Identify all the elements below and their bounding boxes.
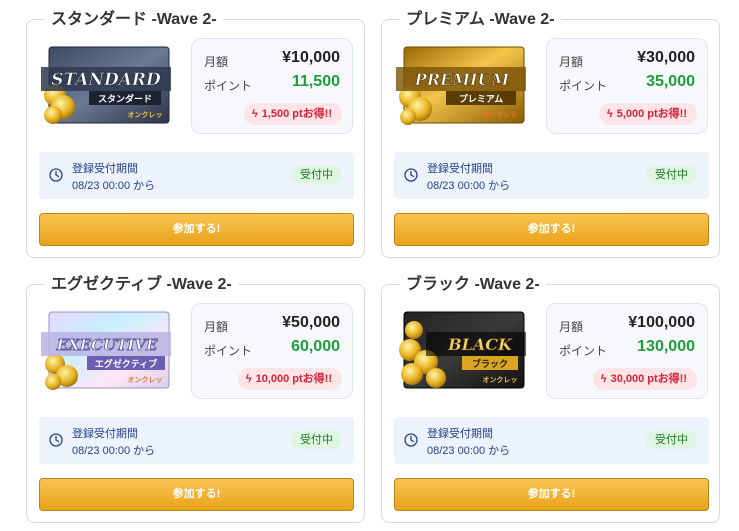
price-box: 月額 ¥30,000 ポイント 35,000 ϟ 5,000 ptお得!!: [546, 38, 708, 134]
registration-period: 登録受付期間 08/23 00:00 から 受付中: [39, 152, 354, 199]
plan-banner-image: BLACK ブラック オンクレッ: [396, 310, 526, 390]
monthly-label: 月額: [559, 320, 584, 334]
plan-grid: スタンダード -Wave 2- STANDARD スタンダード オンクレッ 月額…: [0, 0, 739, 531]
plan-card-standard: スタンダード -Wave 2- STANDARD スタンダード オンクレッ 月額…: [26, 10, 365, 258]
clock-icon: [404, 433, 418, 447]
plan-title: スタンダード -Wave 2-: [45, 10, 223, 30]
points-value: 35,000: [646, 73, 695, 90]
banner-sub-text: スタンダード: [98, 93, 152, 105]
bolt-icon: ϟ: [600, 373, 607, 385]
banner-sub-text: ブラック: [472, 358, 508, 370]
period-title: 登録受付期間: [72, 428, 138, 440]
monthly-value: ¥50,000: [282, 314, 340, 331]
monthly-label: 月額: [204, 55, 229, 69]
monthly-value: ¥100,000: [628, 314, 695, 331]
period-date: 08/23 00:00 から: [427, 445, 511, 457]
bonus-badge: ϟ 1,500 ptお得!!: [243, 103, 342, 125]
banner-main-text: STANDARD: [51, 70, 161, 90]
brand-logo-text: オンクレッ: [483, 375, 518, 384]
monthly-value: ¥30,000: [637, 49, 695, 66]
bonus-badge: ϟ 10,000 ptお得!!: [237, 368, 342, 390]
points-value: 60,000: [291, 338, 340, 355]
clock-icon: [49, 168, 63, 182]
plan-banner-image: PREMIUM プレミアム オンクレッ: [396, 45, 526, 125]
bonus-badge: ϟ 30,000 ptお得!!: [592, 368, 697, 390]
monthly-label: 月額: [559, 55, 584, 69]
brand-logo-text: オンクレッ: [128, 110, 163, 119]
banner-main-text: BLACK: [447, 335, 513, 354]
banner-sub-text: エグゼクティブ: [95, 358, 157, 370]
points-value: 130,000: [637, 338, 695, 355]
points-label: ポイント: [559, 344, 608, 358]
plan-banner-image: STANDARD スタンダード オンクレッ: [41, 45, 171, 125]
bonus-text: 10,000 ptお得!!: [255, 373, 332, 385]
price-box: 月額 ¥10,000 ポイント 11,500 ϟ 1,500 ptお得!!: [191, 38, 353, 134]
banner-main-text: EXECUTIVE: [56, 336, 158, 354]
period-date: 08/23 00:00 から: [427, 180, 511, 192]
brand-logo-text: オンクレッ: [128, 375, 163, 384]
plan-title: エグゼクティブ -Wave 2-: [45, 275, 238, 295]
period-title: 登録受付期間: [427, 163, 493, 175]
points-label: ポイント: [559, 79, 608, 93]
points-label: ポイント: [204, 344, 253, 358]
status-badge: 受付中: [646, 431, 697, 449]
plan-title: ブラック -Wave 2-: [400, 275, 546, 295]
registration-period: 登録受付期間 08/23 00:00 から 受付中: [39, 417, 354, 464]
period-title: 登録受付期間: [427, 428, 493, 440]
bonus-text: 1,500 ptお得!!: [261, 108, 332, 120]
join-button[interactable]: 参加する!: [394, 213, 709, 246]
plan-card-premium: プレミアム -Wave 2- PREMIUM プレミアム オンクレッ 月額 ¥3…: [381, 10, 720, 258]
status-badge: 受付中: [291, 166, 342, 184]
plan-card-executive: エグゼクティブ -Wave 2- EXECUTIVE エグゼクティブ オンクレッ…: [26, 275, 365, 523]
monthly-label: 月額: [204, 320, 229, 334]
price-box: 月額 ¥50,000 ポイント 60,000 ϟ 10,000 ptお得!!: [191, 303, 353, 399]
period-date: 08/23 00:00 から: [72, 445, 156, 457]
points-label: ポイント: [204, 79, 253, 93]
plan-title: プレミアム -Wave 2-: [400, 10, 561, 30]
clock-icon: [404, 168, 418, 182]
join-button[interactable]: 参加する!: [39, 213, 354, 246]
points-value: 11,500: [291, 73, 340, 90]
bolt-icon: ϟ: [606, 108, 613, 120]
bonus-text: 5,000 ptお得!!: [616, 108, 687, 120]
registration-period: 登録受付期間 08/23 00:00 から 受付中: [394, 417, 709, 464]
bonus-badge: ϟ 5,000 ptお得!!: [598, 103, 697, 125]
status-badge: 受付中: [646, 166, 697, 184]
banner-sub-text: プレミアム: [459, 93, 503, 105]
brand-logo-text: オンクレッ: [483, 110, 518, 119]
period-date: 08/23 00:00 から: [72, 180, 156, 192]
period-title: 登録受付期間: [72, 163, 138, 175]
join-button[interactable]: 参加する!: [39, 478, 354, 511]
registration-period: 登録受付期間 08/23 00:00 から 受付中: [394, 152, 709, 199]
bonus-text: 30,000 ptお得!!: [610, 373, 687, 385]
monthly-value: ¥10,000: [282, 49, 340, 66]
plan-card-black: ブラック -Wave 2- BLACK ブラック オンクレッ 月額 ¥100,0…: [381, 275, 720, 523]
plan-banner-image: EXECUTIVE エグゼクティブ オンクレッ: [41, 310, 171, 390]
bolt-icon: ϟ: [245, 373, 252, 385]
join-button[interactable]: 参加する!: [394, 478, 709, 511]
clock-icon: [49, 433, 63, 447]
bolt-icon: ϟ: [251, 108, 258, 120]
status-badge: 受付中: [291, 431, 342, 449]
banner-main-text: PREMIUM: [414, 70, 511, 89]
price-box: 月額 ¥100,000 ポイント 130,000 ϟ 30,000 ptお得!!: [546, 303, 708, 399]
